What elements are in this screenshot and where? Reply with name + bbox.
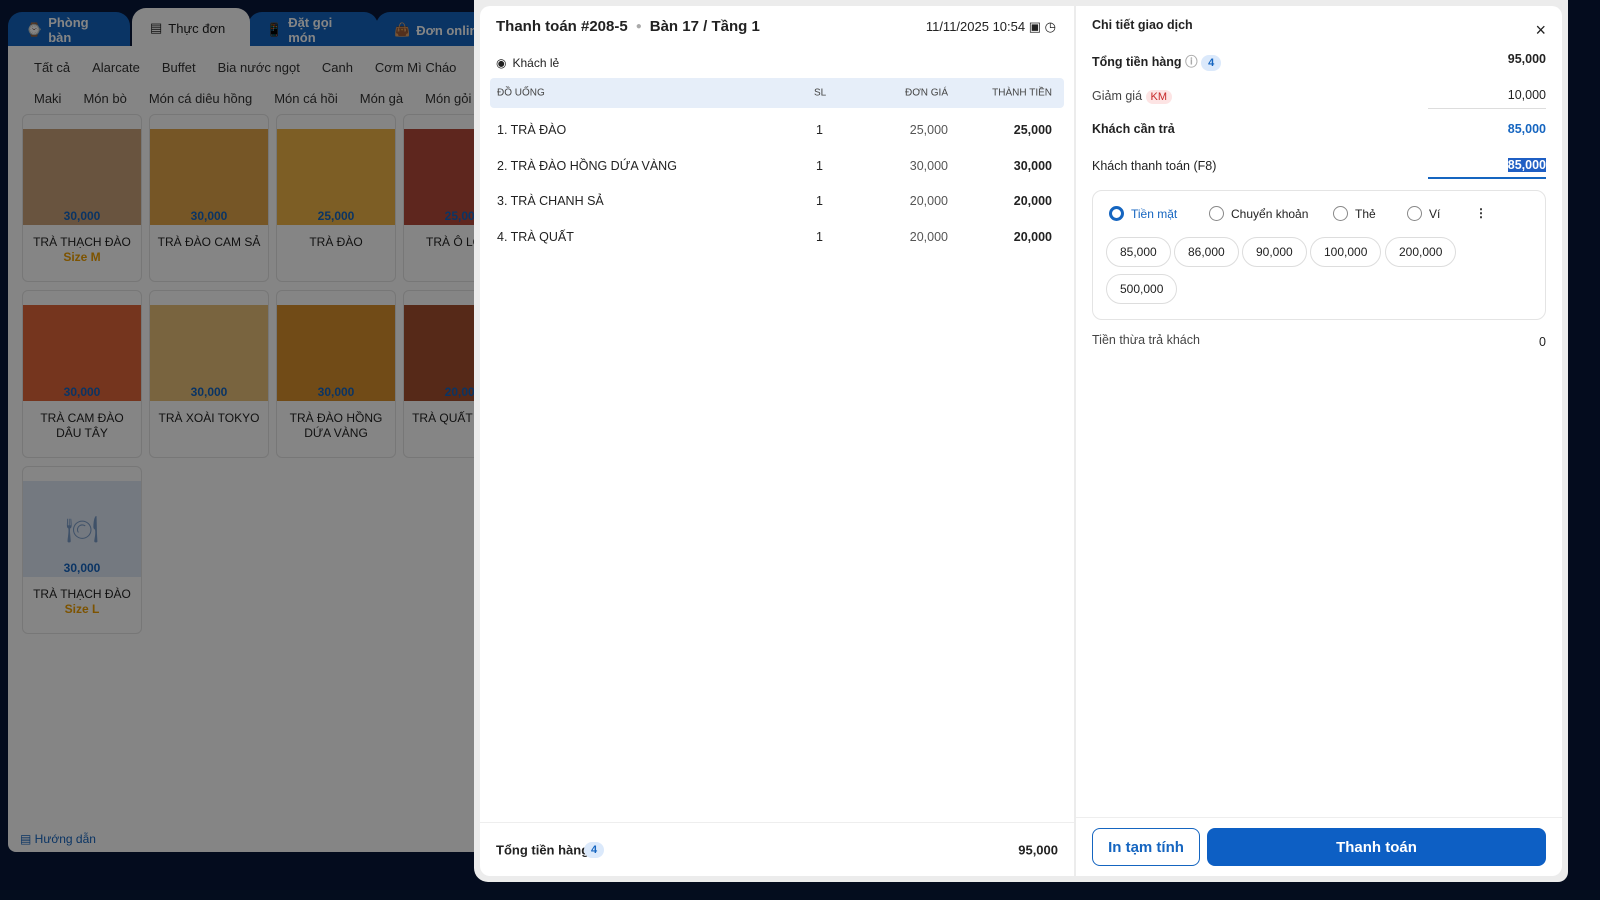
- quick-amount[interactable]: 85,000: [1106, 237, 1171, 267]
- order-line[interactable]: 1. TRÀ ĐÀO 1 25,000 25,000: [490, 112, 1064, 148]
- quick-amount[interactable]: 500,000: [1106, 274, 1178, 304]
- pay-button[interactable]: Thanh toán: [1207, 828, 1546, 866]
- clock-icon: ◷: [1044, 19, 1056, 34]
- user-icon: ◉: [496, 56, 507, 70]
- close-icon[interactable]: ×: [1535, 20, 1546, 41]
- order-line[interactable]: 2. TRÀ ĐÀO HỒNG DỨA VÀNG 1 30,000 30,000: [490, 148, 1064, 184]
- method-card[interactable]: Thẻ: [1333, 206, 1376, 221]
- paid-input[interactable]: 85,000: [1428, 158, 1546, 179]
- order-header: Thanh toán #208-5 ● Bàn 17 / Tầng 1: [496, 18, 760, 35]
- method-cash[interactable]: Tiền mặt: [1109, 206, 1177, 221]
- discount-input[interactable]: 10,000: [1428, 88, 1546, 109]
- print-draft-button[interactable]: In tạm tính: [1092, 828, 1200, 866]
- quick-amount[interactable]: 86,000: [1174, 237, 1239, 267]
- table-label: Bàn 17 / Tầng 1: [649, 18, 760, 35]
- method-transfer[interactable]: Chuyển khoản: [1209, 206, 1308, 221]
- payment-methods: Tiền mặt Chuyển khoản Thẻ Ví ⋮ 85,000 86…: [1092, 190, 1546, 320]
- calendar-icon: ▣: [1028, 19, 1042, 34]
- transaction-detail: Chi tiết giao dịch × Tổng tiền hàng ⓘ 4 …: [1076, 6, 1562, 876]
- order-line[interactable]: 4. TRÀ QUẤT 1 20,000 20,000: [490, 219, 1064, 255]
- customer[interactable]: ◉ Khách lẻ: [496, 56, 559, 70]
- order-line[interactable]: 3. TRÀ CHANH SẢ 1 20,000 20,000: [490, 183, 1064, 219]
- quick-amount[interactable]: 200,000: [1385, 237, 1457, 267]
- order-datetime[interactable]: 11/11/2025 10:54 ▣ ◷: [926, 19, 1056, 35]
- order-footer: Tổng tiền hàng 4 95,000: [480, 822, 1074, 876]
- order-panel: Thanh toán #208-5 ● Bàn 17 / Tầng 1 11/11/…: [480, 6, 1074, 876]
- quick-amount[interactable]: 90,000: [1242, 237, 1307, 267]
- payment-modal: Thanh toán #208-5 ● Bàn 17 / Tầng 1 11/11/…: [474, 0, 1568, 882]
- more-icon[interactable]: ⋮: [1475, 206, 1487, 220]
- table-header: ĐỒ UỐNG SL ĐƠN GIÁ THÀNH TIỀN: [490, 78, 1064, 108]
- info-icon: ⓘ: [1185, 55, 1198, 69]
- quick-amount[interactable]: 100,000: [1310, 237, 1382, 267]
- method-wallet[interactable]: Ví: [1407, 206, 1440, 221]
